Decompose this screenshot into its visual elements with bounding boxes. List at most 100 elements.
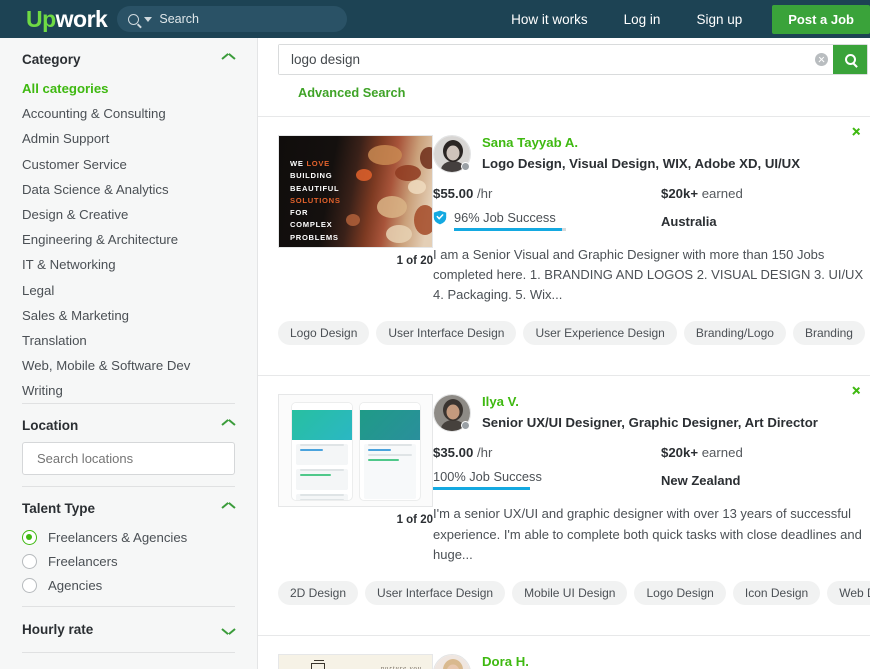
freelancer-name-title: Dora H.Brand & Web designer [482, 654, 623, 669]
job-success-progress [433, 487, 530, 491]
skill-tag[interactable]: Logo Design [278, 321, 370, 346]
clear-search-button[interactable] [809, 45, 833, 74]
category-item[interactable]: Sales & Marketing [22, 303, 235, 328]
freelancer-card-body: WE LOVE BUILDING BEAUTIFUL SOLUTIONS FOR COMP… [258, 116, 870, 305]
job-success-section-header[interactable]: Job success [22, 653, 235, 669]
art-blob [395, 164, 422, 181]
chevron-up-icon[interactable] [222, 505, 235, 513]
category-item[interactable]: Customer Service [22, 152, 235, 177]
avatar[interactable] [433, 653, 471, 669]
freelancer-title: Logo Design, Visual Design, WIX, Adobe X… [482, 155, 800, 171]
avatar[interactable] [433, 394, 471, 433]
portfolio-thumbnail[interactable]: WE LOVE BUILDING BEAUTIFUL SOLUTIONS FOR COMP… [278, 135, 433, 248]
chevron-down-icon[interactable] [222, 626, 235, 634]
category-item[interactable]: All categories [22, 76, 235, 101]
radio-selected-icon[interactable] [22, 529, 37, 545]
total-earned: $20k+ earned [661, 445, 743, 461]
portfolio-thumbnail-column: 1 of 20 [258, 394, 433, 564]
hourly-rate: $35.00 /hr [433, 445, 493, 461]
talent-type-option[interactable]: Agencies [22, 573, 235, 597]
category-item-label: Design & Creative [22, 207, 129, 223]
skill-tag[interactable]: 2D Design [278, 580, 359, 605]
job-success-block: 96% Job Success [433, 210, 661, 231]
skill-tag[interactable]: User Interface Design [376, 321, 517, 346]
category-item-label: Admin Support [22, 131, 110, 147]
category-item-label: Accounting & Consulting [22, 106, 166, 122]
talent-type-option[interactable]: Freelancers [22, 549, 235, 573]
avatar[interactable] [433, 135, 471, 173]
search-input[interactable] [279, 45, 809, 74]
hourly-rate-section-title: Hourly rate [22, 622, 94, 638]
skill-tag[interactable]: User Interface Design [365, 580, 506, 605]
radio-unselected-icon[interactable] [22, 553, 37, 569]
chevron-down-icon [144, 16, 153, 22]
upwork-logo[interactable]: Upwork [26, 7, 108, 31]
filter-section-hourly-rate: Hourly rate [22, 606, 235, 652]
chevron-up-icon[interactable] [222, 56, 235, 64]
freelancer-info-column: Sana Tayyab A. Logo Design, Visual Design… [433, 135, 870, 305]
nav-how-it-works[interactable]: How it works [493, 12, 606, 27]
category-item-label: Engineering & Architecture [22, 232, 179, 248]
search-submit-button[interactable] [833, 45, 867, 74]
freelancer-identity: Sana Tayyab A. Logo Design, Visual Design… [433, 135, 870, 173]
portfolio-thumbnail[interactable]: nurture youure youSPAISE∾ [278, 653, 433, 669]
category-item[interactable]: Engineering & Architecture [22, 227, 235, 252]
chevron-up-icon[interactable] [222, 422, 235, 430]
category-item[interactable]: IT & Networking [22, 252, 235, 277]
freelancer-info-column: Dora H.Brand & Web designer$55.00 /hrPor… [433, 653, 870, 669]
freelancer-card: WE LOVE BUILDING BEAUTIFUL SOLUTIONS FOR COMP… [258, 116, 870, 361]
skill-tag[interactable]: Mobile UI Design [512, 580, 628, 605]
skill-tag[interactable]: Branding/Logo [683, 321, 786, 346]
category-item[interactable]: Admin Support [22, 126, 235, 151]
category-item[interactable]: Legal [22, 278, 235, 303]
talent-type-label: Freelancers & Agencies [48, 529, 188, 545]
portfolio-thumbnail[interactable] [278, 394, 433, 508]
skill-tag[interactable]: Icon Design [732, 580, 821, 605]
hourly-rate-section-header[interactable]: Hourly rate [22, 607, 235, 652]
portfolio-tagline: nurture you [380, 664, 422, 669]
freelancer-name-title: Sana Tayyab A. Logo Design, Visual Design… [482, 135, 800, 172]
talent-type-section-header[interactable]: Talent Type [22, 487, 235, 525]
top-rated-badge-icon [433, 210, 447, 225]
country-label: New Zealand [661, 473, 741, 489]
category-section-header[interactable]: Category [22, 38, 235, 76]
category-item[interactable]: Accounting & Consulting [22, 101, 235, 126]
category-item-label: Data Science & Analytics [22, 181, 169, 197]
freelancer-name[interactable]: Sana Tayyab A. [482, 135, 800, 152]
art-blob [346, 213, 361, 226]
category-item[interactable]: Writing [22, 378, 235, 403]
post-a-job-button[interactable]: Post a Job [772, 4, 870, 34]
talent-type-option[interactable]: Freelancers & Agencies [22, 525, 235, 549]
art-tile [311, 659, 325, 669]
category-item-label: Web, Mobile & Software Dev [22, 358, 191, 374]
category-item-label: All categories [22, 81, 109, 97]
category-item[interactable]: Translation [22, 328, 235, 353]
freelancer-identity: Dora H.Brand & Web designer [433, 653, 870, 669]
radio-unselected-icon[interactable] [22, 577, 37, 593]
category-item-label: Customer Service [22, 156, 127, 172]
nav-sign-up[interactable]: Sign up [678, 12, 760, 27]
job-success-block: 100% Job Success [433, 469, 661, 491]
country-label: Australia [661, 214, 717, 229]
header-search-pill[interactable]: Search [117, 6, 348, 32]
stats-left: $35.00 /hr 100% Job Success [433, 445, 661, 491]
search-icon [844, 54, 856, 65]
freelancer-name[interactable]: Dora H. [482, 654, 623, 669]
art-blob [386, 224, 413, 243]
skill-tag[interactable]: User Experience Design [523, 321, 677, 346]
nav-log-in[interactable]: Log in [606, 12, 679, 27]
freelancer-info-column: Ilya V. Senior UX/UI Designer, Graphic De… [433, 394, 870, 564]
freelancer-name[interactable]: Ilya V. [482, 394, 818, 411]
skill-tag[interactable]: Web Design [827, 580, 870, 605]
category-item[interactable]: Data Science & Analytics [22, 177, 235, 202]
total-earned: $20k+ earned [661, 186, 743, 201]
art-blob [376, 195, 407, 218]
skill-tag[interactable]: Logo Design [634, 580, 726, 605]
talent-type-section-title: Talent Type [22, 501, 96, 517]
location-search-input[interactable] [22, 442, 235, 476]
category-item[interactable]: Design & Creative [22, 202, 235, 227]
location-section-header[interactable]: Location [22, 404, 235, 442]
advanced-search-link[interactable]: Advanced Search [298, 85, 405, 100]
skill-tag[interactable]: Branding [792, 321, 865, 346]
category-item[interactable]: Web, Mobile & Software Dev [22, 353, 235, 378]
